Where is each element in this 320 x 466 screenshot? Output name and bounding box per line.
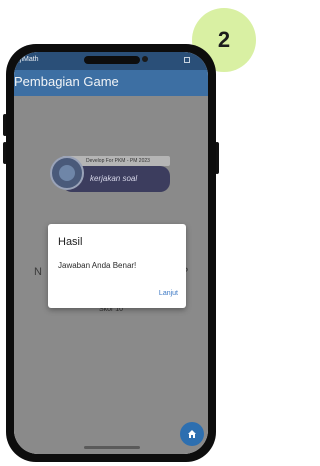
app-bar: Pembagian Game xyxy=(14,70,208,96)
home-indicator xyxy=(84,446,140,449)
home-icon xyxy=(188,430,196,438)
app-logo-icon xyxy=(50,156,84,190)
logo-inner xyxy=(59,165,75,181)
camera-icon xyxy=(142,56,148,62)
result-dialog: Hasil Jawaban Anda Benar! Lanjut xyxy=(48,224,186,308)
dialog-message: Jawaban Anda Benar! xyxy=(58,261,137,270)
phone-frame: ujiMath Pembagian Game Develop For PKM -… xyxy=(6,44,216,462)
speaker-notch xyxy=(84,56,140,64)
question-text-left: N xyxy=(34,266,42,278)
page-title: Pembagian Game xyxy=(14,74,119,89)
status-square-icon xyxy=(184,57,190,63)
continue-button[interactable]: Lanjut xyxy=(159,290,178,297)
phone-screen: ujiMath Pembagian Game Develop For PKM -… xyxy=(14,52,208,454)
home-button[interactable] xyxy=(180,422,204,446)
instruction-text: kerjakan soal xyxy=(90,174,138,183)
dialog-title: Hasil xyxy=(58,236,83,248)
status-app-label: ujiMath xyxy=(16,56,39,63)
step-number-text: 2 xyxy=(217,27,231,52)
tutorial-stage: 2 ujiMath Pembagian Game Develop For PKM… xyxy=(0,0,264,466)
